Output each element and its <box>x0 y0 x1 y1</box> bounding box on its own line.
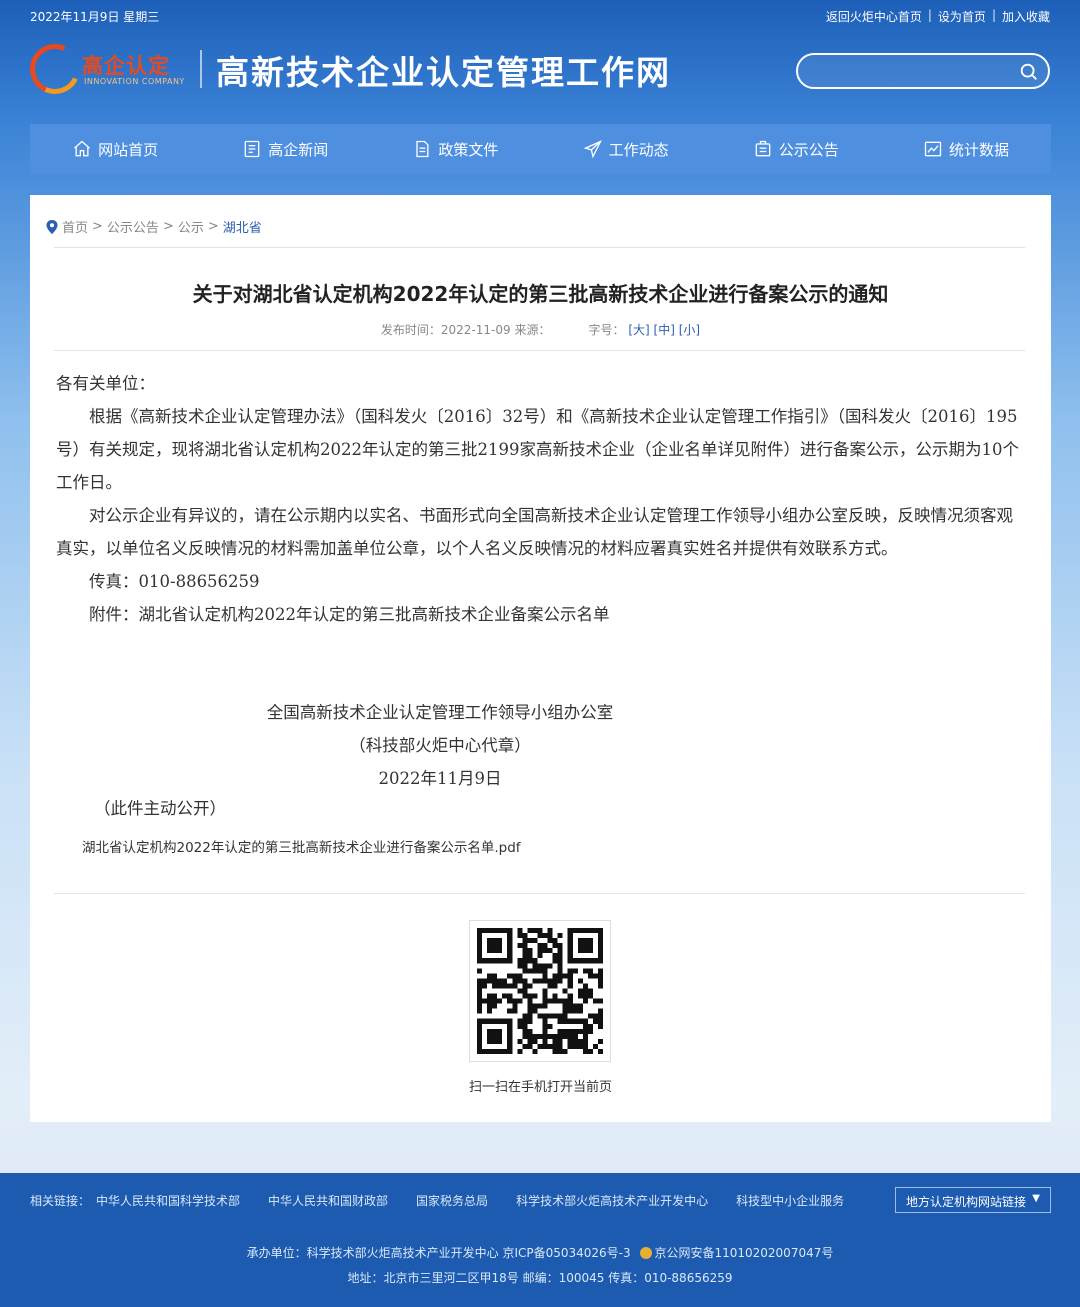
public-note: （此件主动公开） <box>94 799 226 818</box>
add-favorite-link[interactable]: 加入收藏 <box>1002 8 1050 25</box>
search-input[interactable] <box>812 61 1012 83</box>
nav-label: 网站首页 <box>98 140 159 159</box>
signature-block: 全国高新技术企业认定管理工作领导小组办公室 （科技部火炬中心代章） 2022年1… <box>30 696 850 795</box>
site-title: 高新技术企业认定管理工作网 <box>216 53 671 92</box>
font-large-button[interactable]: [大] <box>628 323 649 337</box>
nav-item-stats[interactable]: 统计数据 <box>881 124 1051 174</box>
nav-item-policy[interactable]: 政策文件 <box>370 124 540 174</box>
breadcrumb-notice[interactable]: 公示公告 <box>107 217 159 236</box>
stats-icon <box>924 141 942 157</box>
send-icon <box>583 140 602 159</box>
article-title: 关于对湖北省认定机构2022年认定的第三批高新技术企业进行备案公示的通知 <box>192 282 889 306</box>
home-icon <box>74 140 91 157</box>
security-record[interactable]: 京公网安备11010202007047号 <box>654 1246 833 1260</box>
article-body: 各有关单位： 根据《高新技术企业认定管理办法》（国科发火〔2016〕32号）和《… <box>56 367 1026 631</box>
organizer-info: 承办单位：科学技术部火炬高技术产业开发中心 京ICP备05034026号-3 <box>246 1246 631 1260</box>
news-icon <box>244 140 260 158</box>
breadcrumb-home[interactable]: 首页 <box>62 217 88 236</box>
paragraph: 根据《高新技术企业认定管理办法》（国科发火〔2016〕32号）和《高新技术企业认… <box>56 407 1019 492</box>
footer-link-mof[interactable]: 中华人民共和国财政部 <box>268 1192 388 1209</box>
breadcrumb-sep: > <box>162 219 174 234</box>
nav-item-notice[interactable]: 公示公告 <box>711 124 881 174</box>
search-box <box>796 53 1050 89</box>
fax-line: 传真：010-88656259 <box>89 572 260 591</box>
logo-text: 高企认定 <box>82 54 170 78</box>
set-homepage-link[interactable]: 设为首页 <box>938 8 986 25</box>
divider <box>54 350 1025 351</box>
related-links: 相关链接： 中华人民共和国科学技术部 中华人民共和国财政部 国家税务总局 科学技… <box>30 1192 844 1209</box>
footer: 相关链接： 中华人民共和国科学技术部 中华人民共和国财政部 国家税务总局 科学技… <box>0 1173 1080 1307</box>
nav-item-news[interactable]: 高企新闻 <box>200 124 370 174</box>
breadcrumb-current[interactable]: 湖北省 <box>223 217 262 236</box>
publish-info: 发布时间：2022-11-09 来源： <box>380 323 551 337</box>
top-links: 返回火炬中心首页 | 设为首页 | 加入收藏 <box>826 8 1050 25</box>
footer-link-sme[interactable]: 科技型中小企业服务 <box>736 1192 844 1209</box>
notice-icon <box>755 140 771 157</box>
breadcrumb: 首页 > 公示公告 > 公示 > 湖北省 <box>46 217 262 236</box>
location-pin-icon <box>46 219 58 234</box>
article-panel: 首页 > 公示公告 > 公示 > 湖北省 关于对湖北省认定机构2022年认定的第… <box>30 195 1051 1122</box>
local-agency-select[interactable]: 地方认定机构网站链接 ▼ <box>895 1187 1051 1213</box>
nav-label: 统计数据 <box>948 140 1009 159</box>
nav-item-work[interactable]: 工作动态 <box>541 124 711 174</box>
separator: | <box>991 8 996 22</box>
font-medium-button[interactable]: [中] <box>654 323 675 337</box>
nav-item-home[interactable]: 网站首页 <box>30 124 200 174</box>
qr-caption: 扫一扫在手机打开当前页 <box>468 1080 612 1095</box>
attachment-pdf-link[interactable]: 湖北省认定机构2022年认定的第三批高新技术企业进行备案公示名单.pdf <box>82 836 521 856</box>
signature-proxy: （科技部火炬中心代章） <box>349 736 531 755</box>
font-size-label: 字号： <box>588 323 625 337</box>
back-to-torch-home-link[interactable]: 返回火炬中心首页 <box>826 8 922 25</box>
nav-label: 政策文件 <box>438 140 499 159</box>
qr-code-icon <box>477 928 603 1054</box>
nav-label: 工作动态 <box>608 140 669 159</box>
paragraph: 对公示企业有异议的，请在公示期内以实名、书面形式向全国高新技术企业认定管理工作领… <box>56 506 1013 558</box>
font-small-button[interactable]: [小] <box>679 323 700 337</box>
nav-label: 公示公告 <box>778 140 839 159</box>
current-date: 2022年11月9日 星期三 <box>30 10 160 24</box>
divider <box>54 247 1025 248</box>
salutation: 各有关单位： <box>56 374 155 393</box>
footer-link-torch[interactable]: 科学技术部火炬高技术产业开发中心 <box>516 1192 708 1209</box>
top-bar: 2022年11月9日 星期三 返回火炬中心首页 | 设为首页 | 加入收藏 <box>30 8 1050 26</box>
related-links-label: 相关链接： <box>30 1194 91 1208</box>
qr-code <box>469 920 611 1062</box>
attachment-line: 附件：湖北省认定机构2022年认定的第三批高新技术企业备案公示名单 <box>89 605 610 624</box>
signature-date: 2022年11月9日 <box>378 769 502 788</box>
main-nav: 网站首页 高企新闻 政策文件 工作动态 公示公告 统计数据 <box>30 124 1051 174</box>
signature-org: 全国高新技术企业认定管理工作领导小组办公室 <box>266 703 614 722</box>
footer-info-line: 承办单位：科学技术部火炬高技术产业开发中心 京ICP备05034026号-3 京… <box>0 1244 1080 1261</box>
footer-link-most[interactable]: 中华人民共和国科学技术部 <box>96 1192 240 1209</box>
nav-label: 高企新闻 <box>268 140 329 159</box>
separator: | <box>927 8 932 22</box>
site-logo[interactable]: 高企认定 INNOVATION COMPANY <box>22 36 188 102</box>
search-icon[interactable] <box>1018 61 1040 83</box>
select-label: 地方认定机构网站链接 <box>906 1195 1027 1209</box>
footer-address-line: 地址：北京市三里河二区甲18号 邮编：100045 传真：010-8865625… <box>347 1271 733 1285</box>
breadcrumb-sep: > <box>92 219 103 234</box>
police-badge-icon <box>640 1247 653 1259</box>
breadcrumb-sep: > <box>207 219 219 234</box>
footer-link-tax[interactable]: 国家税务总局 <box>416 1192 488 1209</box>
breadcrumb-public[interactable]: 公示 <box>178 217 204 236</box>
logo-swirl-icon <box>22 36 88 102</box>
header-divider <box>200 50 202 88</box>
document-icon <box>416 140 429 158</box>
chevron-down-icon: ▼ <box>1032 1193 1040 1204</box>
article-meta: 发布时间：2022-11-09 来源： 字号： [大] [中] [小] <box>30 321 1051 338</box>
logo-subtext: INNOVATION COMPANY <box>84 77 185 86</box>
divider <box>54 893 1025 894</box>
